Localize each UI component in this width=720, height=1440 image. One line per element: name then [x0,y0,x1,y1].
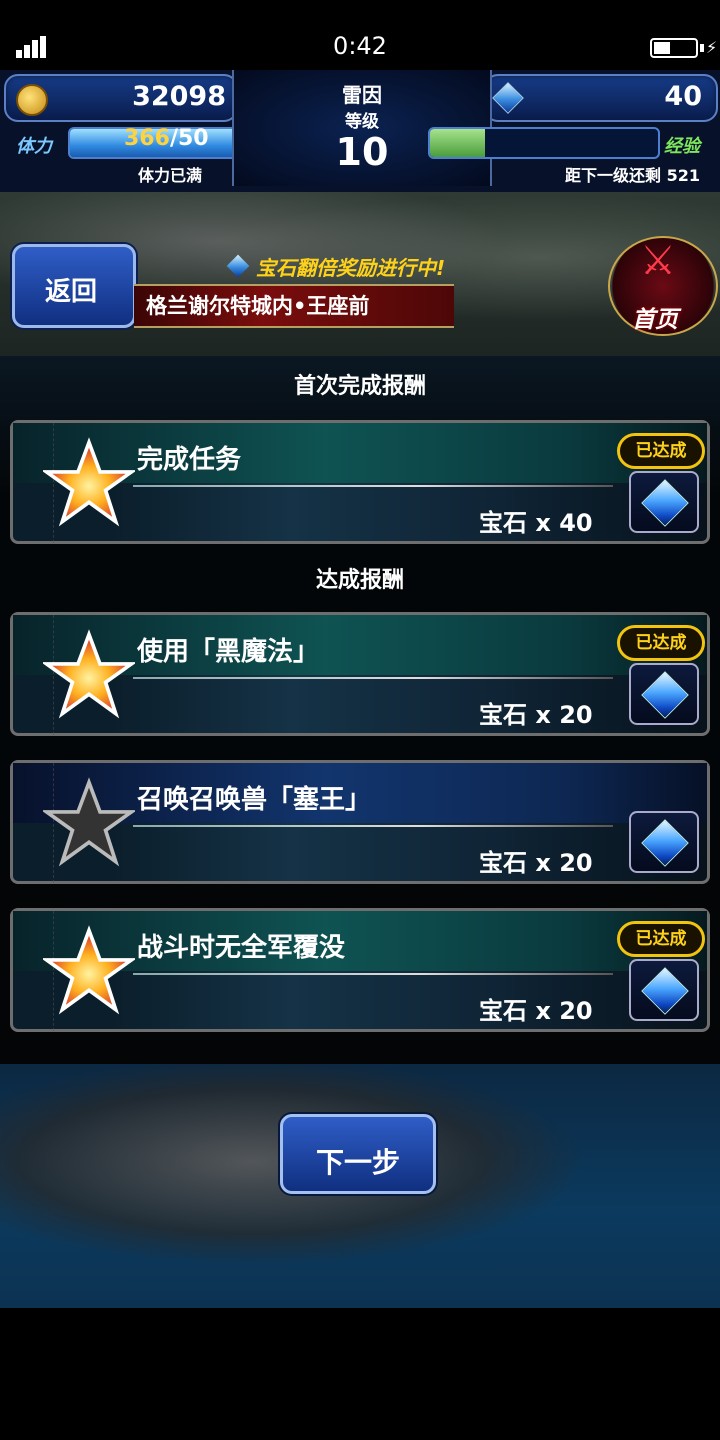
stamina-label-text: 体力 [16,136,52,157]
first-clear-title: 首次完成报酬 [293,374,426,399]
gem-reward-icon [629,663,699,725]
achieved-badge: 已达成 [617,433,705,469]
exp-bar [428,127,660,159]
stamina-max: /50 [169,126,209,151]
achieved-badge: 已达成 [617,625,705,661]
player-name: 雷因 [342,83,382,107]
back-button[interactable]: 返回 [12,244,136,328]
achievement-star-icon [43,629,135,719]
reward-card: 完成任务宝石 x 40 已达成 [10,420,710,544]
status-time: 0:42 [333,32,387,60]
exp-remaining: 距下一级还剩 521 [565,166,700,185]
achievement-star-icon [43,777,135,867]
gem-reward-icon [629,959,699,1021]
stamina-value: 366/50 [124,126,209,151]
exp-bar-fill [430,129,485,157]
task-label: 战斗时无全军覆没 [137,933,346,963]
reward-amount: 宝石 x 20 [479,997,593,1025]
task-label: 召唤召唤兽「塞王」 [137,785,372,815]
exp-label: 经验 [664,136,700,157]
reward-card: 使用「黑魔法」宝石 x 20 已达成 [10,612,710,736]
reward-amount: 宝石 x 20 [479,849,593,877]
card-divider [133,973,613,975]
reward-amount: 宝石 x 40 [479,509,593,537]
battery-tip [700,44,704,52]
stamina-current: 366 [124,126,170,151]
home-button-label: 首页 [632,307,678,333]
hud-overlay: 体力 366/50 体力已满 雷因 等级 10 经验 距下一级还剩 521 [0,70,720,192]
back-button-label: 返回 [44,277,97,307]
next-button-label: 下一步 [315,1146,400,1179]
next-button[interactable]: 下一步 [280,1114,436,1194]
gem-bonus-text: 宝石翻倍奖励进行中! [256,256,446,280]
task-label: 完成任务 [137,445,242,475]
stage-name: 格兰谢尔特城内•王座前 [146,294,370,318]
gem-reward-icon [629,811,699,873]
achieved-badge: 已达成 [617,921,705,957]
charging-icon: ⚡ [706,38,718,57]
achievement-star-icon [43,925,135,1015]
achievement-title: 达成报酬 [315,568,404,593]
card-divider [133,677,613,679]
reward-card: 召唤召唤兽「塞王」宝石 x 20 [10,760,710,884]
reward-card: 战斗时无全军覆没宝石 x 20 已达成 [10,908,710,1032]
task-label: 使用「黑魔法」 [137,637,320,667]
status-bar: 0:42 ⚡ [0,0,720,70]
gem-reward-icon [629,471,699,533]
reward-amount: 宝石 x 20 [479,701,593,729]
crossed-swords-icon: ⚔ [640,238,676,284]
card-divider [133,485,613,487]
achievement-star-icon [43,437,135,527]
card-divider [133,825,613,827]
battery-icon [650,38,698,58]
